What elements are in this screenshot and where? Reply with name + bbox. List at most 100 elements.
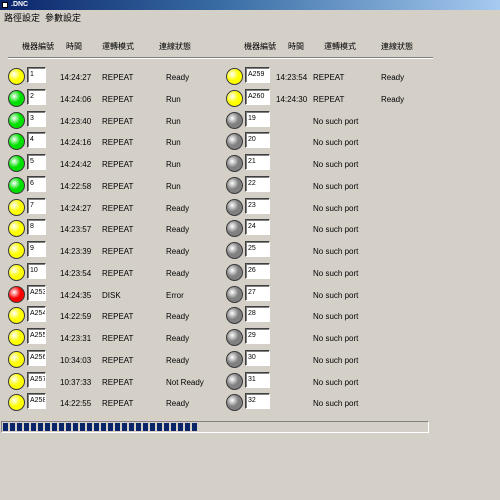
machine-row: 10 14:23:54 REPEAT Ready <box>8 262 208 284</box>
header-time: 時間 <box>288 42 304 51</box>
machine-id-field[interactable]: 3 <box>27 110 46 127</box>
machine-id-field[interactable]: 20 <box>245 132 270 149</box>
machine-row: 24 No such port <box>226 218 426 240</box>
status-cell: Error <box>166 290 184 300</box>
machine-id-field[interactable]: 10 <box>27 262 46 279</box>
status-cell: Not Ready <box>166 377 204 387</box>
machine-id-field[interactable]: 9 <box>27 241 46 257</box>
machine-row: A256 10:34:03 REPEAT Ready <box>8 349 208 371</box>
machine-id-field[interactable]: A257 <box>27 371 46 388</box>
machine-id-field[interactable]: 26 <box>245 262 270 279</box>
machine-id-field[interactable]: A259 <box>245 67 270 83</box>
machine-row: A258 14:22:55 REPEAT Ready <box>8 392 208 414</box>
status-indicator-icon <box>226 329 243 346</box>
time-cell: 14:24:30 <box>276 94 308 104</box>
machine-row: 1 14:24:27 REPEAT Ready <box>8 66 208 88</box>
time-cell: 14:24:27 <box>60 73 92 82</box>
time-cell: 10:37:33 <box>60 377 92 387</box>
machine-id-field[interactable]: 5 <box>27 154 46 170</box>
mode-cell: No such port <box>313 312 359 322</box>
machine-row: A254 14:22:59 REPEAT Ready <box>8 305 208 327</box>
machine-row: 20 No such port <box>226 131 426 153</box>
status-indicator-icon <box>8 68 25 85</box>
menu-path-settings[interactable]: 路徑設定 <box>3 12 41 24</box>
mode-cell: REPEAT <box>102 399 134 409</box>
progress-bar <box>1 421 429 433</box>
status-cell: Ready <box>166 312 190 322</box>
machine-id-field[interactable]: 29 <box>245 328 270 344</box>
status-indicator-icon <box>8 220 25 238</box>
machine-id-field[interactable]: 19 <box>245 110 270 127</box>
status-indicator-icon <box>8 394 25 412</box>
time-cell: 14:24:42 <box>60 160 92 169</box>
time-cell: 14:24:16 <box>60 138 92 148</box>
machine-id-field[interactable]: 31 <box>245 371 270 388</box>
status-indicator-icon <box>226 133 243 151</box>
mode-cell: No such port <box>313 247 359 256</box>
time-cell: 14:22:58 <box>60 181 92 191</box>
status-indicator-icon <box>8 350 25 368</box>
mode-cell: REPEAT <box>102 355 134 365</box>
machine-row: 6 14:22:58 REPEAT Run <box>8 175 208 197</box>
machine-id-field[interactable]: 28 <box>245 306 270 323</box>
status-indicator-icon <box>226 263 243 281</box>
machine-row: 23 No such port <box>226 197 426 219</box>
mode-cell: No such port <box>313 116 359 126</box>
machine-id-field[interactable]: A255 <box>27 328 46 344</box>
status-indicator-icon <box>226 285 243 303</box>
mode-cell: No such port <box>313 181 359 191</box>
machine-id-field[interactable]: A256 <box>27 349 46 366</box>
machine-id-field[interactable]: A253 <box>27 284 46 301</box>
machine-id-field[interactable]: 24 <box>245 219 270 236</box>
status-cell: Run <box>166 181 181 191</box>
machine-row: 30 No such port <box>226 349 426 371</box>
machine-id-field[interactable]: 27 <box>245 284 270 301</box>
status-cell: Ready <box>166 334 190 343</box>
status-indicator-icon <box>226 307 243 325</box>
status-indicator-icon <box>8 111 25 129</box>
status-cell: Run <box>166 94 181 104</box>
machine-id-field[interactable]: 23 <box>245 197 270 214</box>
time-cell: 14:23:57 <box>60 225 92 235</box>
machine-id-field[interactable]: 4 <box>27 132 46 149</box>
machine-id-field[interactable]: 6 <box>27 175 46 192</box>
status-indicator-icon <box>8 372 25 390</box>
machine-id-field[interactable]: 30 <box>245 349 270 366</box>
machine-row: 5 14:24:42 REPEAT Run <box>8 153 208 175</box>
time-cell: 14:23:31 <box>60 334 92 343</box>
machine-id-field[interactable]: 7 <box>27 197 46 214</box>
menu-parameter-settings[interactable]: 參數設定 <box>44 12 82 24</box>
mode-cell: No such port <box>313 160 359 169</box>
status-indicator-icon <box>226 220 243 238</box>
machine-id-field[interactable]: 21 <box>245 154 270 170</box>
status-indicator-icon <box>226 198 243 216</box>
machine-id-field[interactable]: A258 <box>27 393 46 410</box>
machine-id-field[interactable]: 25 <box>245 241 270 257</box>
machine-id-field[interactable]: A254 <box>27 306 46 323</box>
time-cell: 14:23:54 <box>60 268 92 278</box>
progress-fill <box>3 423 199 431</box>
machine-id-field[interactable]: 2 <box>27 88 46 105</box>
machine-id-field[interactable]: 32 <box>245 393 270 410</box>
status-indicator-icon <box>226 242 243 259</box>
status-cell: Ready <box>166 268 190 278</box>
machine-id-field[interactable]: 22 <box>245 175 270 192</box>
mode-cell: No such port <box>313 138 359 148</box>
mode-cell: No such port <box>313 334 359 343</box>
mode-cell: No such port <box>313 203 359 213</box>
machine-row: 2 14:24:06 REPEAT Run <box>8 88 208 110</box>
machine-id-field[interactable]: 8 <box>27 219 46 236</box>
machine-id-field[interactable]: A260 <box>245 88 270 105</box>
status-cell: Run <box>166 138 181 148</box>
header-machine-id: 機器編號 <box>244 42 276 51</box>
header-status: 連線狀態 <box>159 42 191 51</box>
mode-cell: DISK <box>102 290 121 300</box>
machine-row: A259 14:23:54 REPEAT Ready <box>226 66 426 88</box>
machine-id-field[interactable]: 1 <box>27 67 46 83</box>
time-cell: 14:24:27 <box>60 203 92 213</box>
time-cell: 14:22:55 <box>60 399 92 409</box>
machine-row: 25 No such port <box>226 240 426 262</box>
status-indicator-icon <box>226 111 243 129</box>
header-divider <box>8 57 433 59</box>
status-cell: Run <box>166 116 181 126</box>
